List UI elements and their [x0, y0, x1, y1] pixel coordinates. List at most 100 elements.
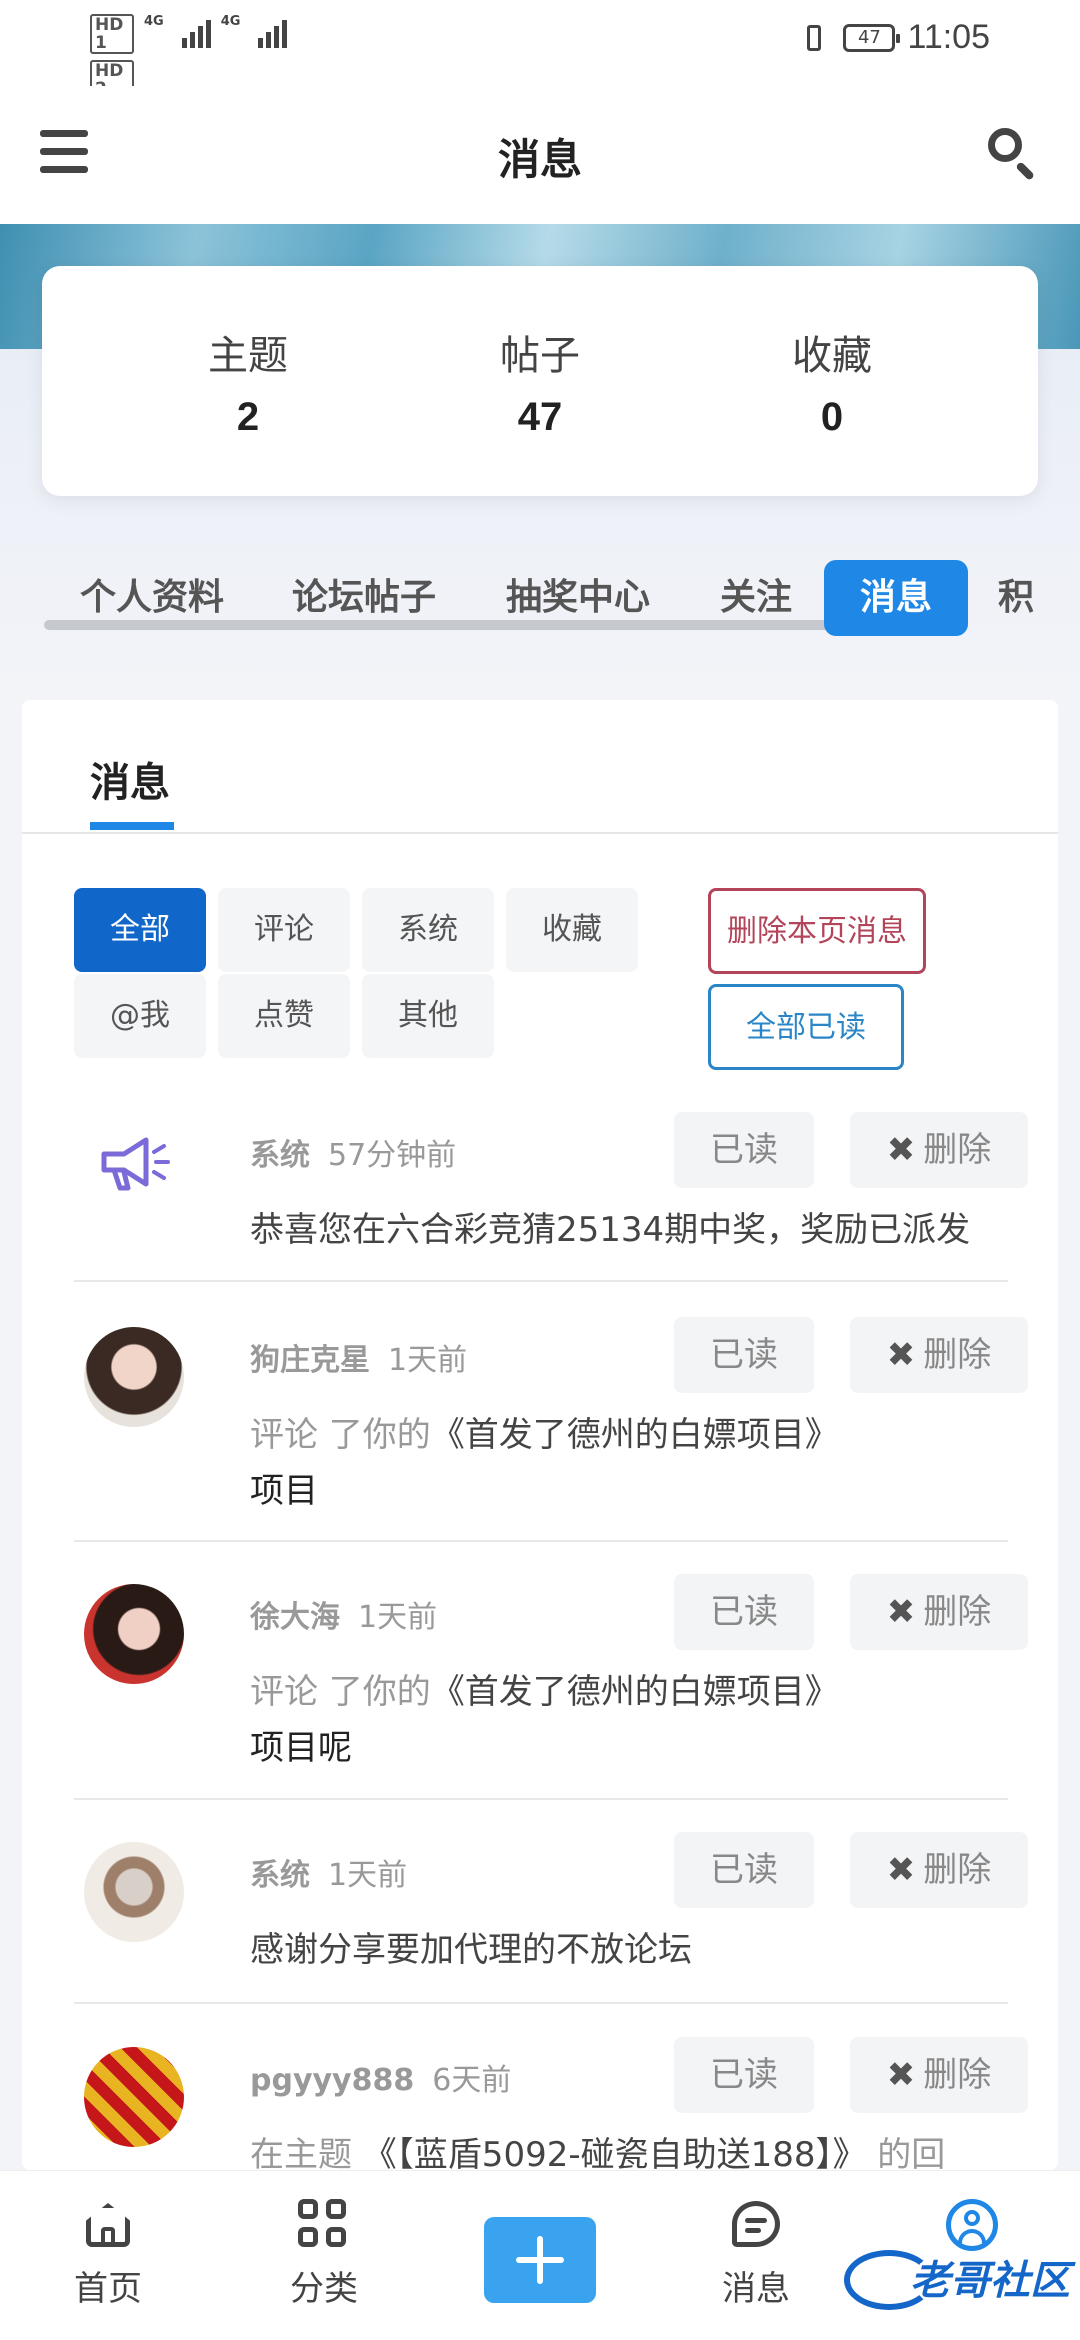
comment-snippet: 项目: [250, 1471, 318, 1511]
mark-read-button[interactable]: 已读: [674, 1574, 814, 1650]
divider: [74, 1280, 1008, 1282]
delete-label: 删除: [923, 2055, 992, 2095]
message-item: 狗庄克星 1天前 已读 ✖ 删除 评论 了你的《首发了德州的白嫖项目》 项目: [74, 1305, 1028, 1525]
network-type-1: 4G: [144, 14, 164, 29]
delete-message-button[interactable]: ✖ 删除: [850, 1112, 1028, 1188]
stat-value: 2: [236, 394, 260, 439]
message-time: 1天前: [358, 1600, 438, 1635]
divider: [74, 2002, 1008, 2004]
filter-favorites[interactable]: 收藏: [506, 888, 638, 972]
delete-label: 删除: [923, 1592, 992, 1632]
sender-name-text: pgyyy888: [250, 2063, 415, 2098]
divider: [22, 832, 1058, 834]
message-time: 1天前: [388, 1343, 468, 1378]
sim1-badge: HD 1: [90, 14, 134, 54]
message-item: 徐大海 1天前 已读 ✖ 删除 评论 了你的《首发了德州的白嫖项目》 项目呢: [74, 1562, 1028, 1782]
chat-icon: [730, 2199, 782, 2251]
stat-label: 主题: [208, 332, 288, 379]
filter-likes[interactable]: 点赞: [218, 974, 350, 1058]
mark-read-button[interactable]: 已读: [674, 1317, 814, 1393]
sender-name[interactable]: 系统 57分钟前: [250, 1130, 456, 1174]
vibrate-icon: [797, 21, 831, 55]
tab-messages[interactable]: 消息: [824, 560, 969, 636]
avatar[interactable]: [84, 1584, 184, 1684]
signal-icon: [181, 14, 211, 48]
divider: [74, 1540, 1008, 1542]
nav-label: 分类: [290, 2269, 358, 2309]
stat-value: 0: [820, 394, 844, 439]
sender-name[interactable]: 徐大海 1天前: [250, 1592, 437, 1636]
filter-system[interactable]: 系统: [362, 888, 494, 972]
message-item: 系统 57分钟前 已读 ✖ 删除 恭喜您在六合彩竞猜25134期中奖，奖励已派发: [74, 1100, 1028, 1250]
mark-read-button[interactable]: 已读: [674, 1832, 814, 1908]
filter-comments[interactable]: 评论: [218, 888, 350, 972]
sender-name-text: 徐大海: [250, 1600, 340, 1635]
close-icon: ✖: [886, 1335, 916, 1375]
delete-message-button[interactable]: ✖ 删除: [850, 1574, 1028, 1650]
divider: [74, 1798, 1008, 1800]
tab-lottery[interactable]: 抽奖中心: [506, 560, 650, 636]
search-icon[interactable]: [984, 124, 1040, 181]
tab-forum-posts[interactable]: 论坛帖子: [292, 560, 436, 636]
nav-category[interactable]: 分类: [254, 2199, 394, 2310]
tab-follow[interactable]: 关注: [720, 560, 792, 636]
stat-posts[interactable]: 帖子 47: [440, 323, 640, 440]
site-watermark-logo: 老哥社区: [840, 2240, 1080, 2320]
sender-name[interactable]: 系统 1天前: [250, 1850, 407, 1894]
sender-name-text: 系统: [250, 1138, 310, 1173]
post-link[interactable]: 《首发了德州的白嫖项目》: [431, 1415, 839, 1455]
filter-all[interactable]: 全部: [74, 888, 206, 972]
message-text: 感谢分享要加代理的不放论坛: [250, 1930, 692, 1970]
message-time: 1天前: [328, 1858, 408, 1893]
stats-card: 主题 2 帖子 47 收藏 0: [42, 266, 1038, 496]
message-action: 在主题: [250, 2135, 352, 2170]
delete-label: 删除: [923, 1850, 992, 1890]
sender-name[interactable]: pgyyy888 6天前: [250, 2055, 511, 2099]
avatar[interactable]: [84, 1327, 184, 1427]
message-time: 6天前: [432, 2063, 512, 2098]
add-post-button[interactable]: [484, 2217, 596, 2303]
clock: 11:05: [907, 18, 990, 56]
message-text: 评论 了你的《首发了德州的白嫖项目》: [250, 1664, 839, 1713]
delete-message-button[interactable]: ✖ 删除: [850, 1317, 1028, 1393]
message-action: 评论 了你的: [250, 1415, 431, 1455]
panel-title: 消息: [90, 760, 170, 806]
avatar[interactable]: [84, 2047, 184, 2147]
sender-name[interactable]: 狗庄克星 1天前: [250, 1335, 467, 1379]
nav-home[interactable]: 首页: [38, 2199, 178, 2310]
post-link[interactable]: 《首发了德州的白嫖项目》: [431, 1672, 839, 1712]
tab-profile[interactable]: 个人资料: [80, 560, 224, 636]
sender-name-text: 狗庄克星: [250, 1343, 370, 1378]
panel-title-underline: [90, 822, 174, 830]
filter-other[interactable]: 其他: [362, 974, 494, 1058]
nav-messages[interactable]: 消息: [686, 2199, 826, 2310]
stat-topics[interactable]: 主题 2: [148, 323, 348, 440]
message-tail: 的回: [866, 2135, 946, 2170]
app-header: 消息: [0, 86, 1080, 224]
avatar[interactable]: [84, 1842, 184, 1942]
close-icon: ✖: [886, 1130, 916, 1170]
close-icon: ✖: [886, 2055, 916, 2095]
mark-read-button[interactable]: 已读: [674, 2037, 814, 2113]
tab-points[interactable]: 积: [998, 560, 1034, 636]
message-item: pgyyy888 6天前 已读 ✖ 删除 在主题 《【蓝盾5092-碰瓷自助送188…: [74, 2025, 1028, 2170]
status-bar: HD 1 HD 2 4G 4G 47 11:05: [0, 0, 1080, 100]
delete-message-button[interactable]: ✖ 删除: [850, 1832, 1028, 1908]
sender-name-text: 系统: [250, 1858, 310, 1893]
megaphone-icon: [101, 1137, 170, 1191]
stat-favorites[interactable]: 收藏 0: [732, 323, 932, 440]
delete-message-button[interactable]: ✖ 删除: [850, 2037, 1028, 2113]
post-link[interactable]: 《【蓝盾5092-碰瓷自助送188】》: [352, 2135, 867, 2170]
mark-all-read-button[interactable]: 全部已读: [708, 984, 904, 1070]
home-icon: [82, 2199, 134, 2251]
filter-mentions[interactable]: @我: [74, 974, 206, 1058]
grid-icon: [298, 2199, 350, 2251]
delete-label: 删除: [923, 1130, 992, 1170]
watermark-text: 老哥社区: [910, 2258, 1070, 2304]
battery-icon: 47: [843, 23, 901, 52]
profile-tabs: 个人资料 论坛帖子 抽奖中心 关注 消息 积: [44, 560, 1080, 640]
comment-snippet: 项目呢: [250, 1728, 352, 1768]
mark-read-button[interactable]: 已读: [674, 1112, 814, 1188]
delete-page-messages-button[interactable]: 删除本页消息: [708, 888, 926, 974]
nav-label: 首页: [74, 2269, 142, 2309]
